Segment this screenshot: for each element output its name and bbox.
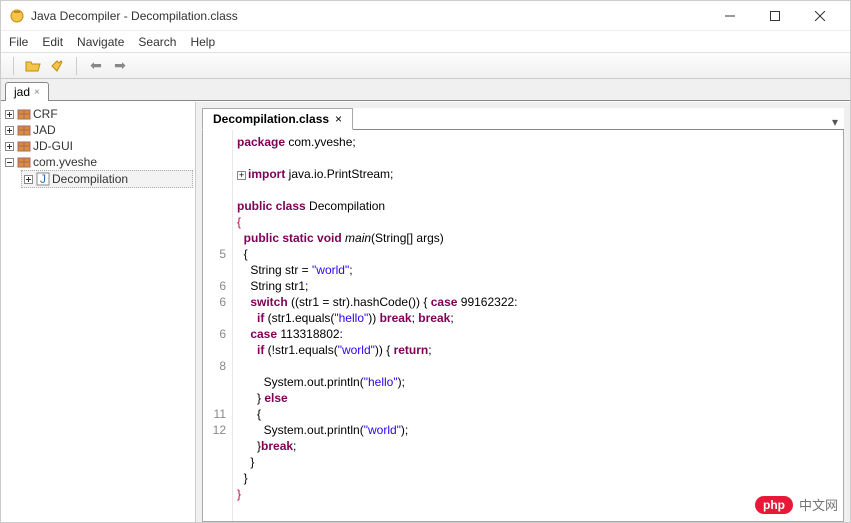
editor-tab-label: Decompilation.class xyxy=(213,112,329,126)
java-class-icon: J xyxy=(36,172,50,186)
collapse-icon[interactable] xyxy=(3,156,15,168)
editor-tab-menu-icon[interactable]: ▾ xyxy=(826,115,844,129)
line-gutter: 5 6 6 6 8 11 12 xyxy=(203,130,233,521)
watermark-text: 中文网 xyxy=(799,495,838,514)
tree-label: JD-GUI xyxy=(33,139,73,153)
save-all-icon[interactable] xyxy=(48,57,66,75)
watermark-badge: php xyxy=(755,496,793,514)
menubar: File Edit Navigate Search Help xyxy=(1,31,850,53)
workspace-tab-jad[interactable]: jad × xyxy=(5,82,49,101)
workspace-tabs: jad × xyxy=(1,79,850,101)
expand-icon[interactable] xyxy=(3,140,15,152)
open-file-icon[interactable] xyxy=(24,57,42,75)
menu-edit[interactable]: Edit xyxy=(42,35,63,49)
tab-label: jad xyxy=(14,85,30,99)
window-controls xyxy=(707,1,842,30)
tree-label: JAD xyxy=(33,123,56,137)
menu-search[interactable]: Search xyxy=(138,35,176,49)
forward-icon[interactable]: ➡ xyxy=(111,57,129,75)
minimize-button[interactable] xyxy=(707,1,752,30)
fold-icon[interactable]: + xyxy=(237,171,246,180)
app-icon xyxy=(9,8,25,24)
back-icon[interactable]: ⬅ xyxy=(87,57,105,75)
tree-item-decompilation[interactable]: J Decompilation xyxy=(21,170,193,188)
tree-item-jdgui[interactable]: JD-GUI xyxy=(3,138,193,154)
package-icon xyxy=(17,155,31,169)
toolbar: ⬅ ➡ xyxy=(1,53,850,79)
tree-item-crf[interactable]: CRF xyxy=(3,106,193,122)
window-title: Java Decompiler - Decompilation.class xyxy=(31,9,707,23)
tree-label: com.yveshe xyxy=(33,155,97,169)
close-icon[interactable]: × xyxy=(34,87,40,98)
menu-navigate[interactable]: Navigate xyxy=(77,35,124,49)
close-button[interactable] xyxy=(797,1,842,30)
window-titlebar: Java Decompiler - Decompilation.class xyxy=(1,1,850,31)
editor-tab-decompilation[interactable]: Decompilation.class × xyxy=(202,108,353,130)
watermark: php 中文网 xyxy=(755,495,838,514)
maximize-button[interactable] xyxy=(752,1,797,30)
menu-help[interactable]: Help xyxy=(190,35,215,49)
editor-panel: Decompilation.class × ▾ 5 6 6 6 8 11 12 … xyxy=(196,102,850,522)
code-editor[interactable]: 5 6 6 6 8 11 12 package com.yveshe; +imp… xyxy=(202,130,844,522)
package-icon xyxy=(17,107,31,121)
tree-item-comyveshe[interactable]: com.yveshe xyxy=(3,154,193,170)
tree-item-jad[interactable]: JAD xyxy=(3,122,193,138)
toolbar-separator xyxy=(13,57,14,75)
editor-tabs: Decompilation.class × ▾ xyxy=(202,108,844,130)
expand-icon[interactable] xyxy=(22,173,34,185)
toolbar-separator xyxy=(76,57,77,75)
package-icon xyxy=(17,123,31,137)
expand-icon[interactable] xyxy=(3,124,15,136)
tree-label: CRF xyxy=(33,107,58,121)
svg-text:J: J xyxy=(40,172,46,186)
package-icon xyxy=(17,139,31,153)
code-content[interactable]: package com.yveshe; +import java.io.Prin… xyxy=(233,130,518,521)
expand-icon[interactable] xyxy=(3,108,15,120)
content-area: CRF JAD JD-GUI com.yveshe J Decompilatio… xyxy=(1,102,850,522)
tree-label: Decompilation xyxy=(52,172,128,186)
tree-panel[interactable]: CRF JAD JD-GUI com.yveshe J Decompilatio… xyxy=(1,102,196,522)
menu-file[interactable]: File xyxy=(9,35,28,49)
close-icon[interactable]: × xyxy=(335,112,342,126)
